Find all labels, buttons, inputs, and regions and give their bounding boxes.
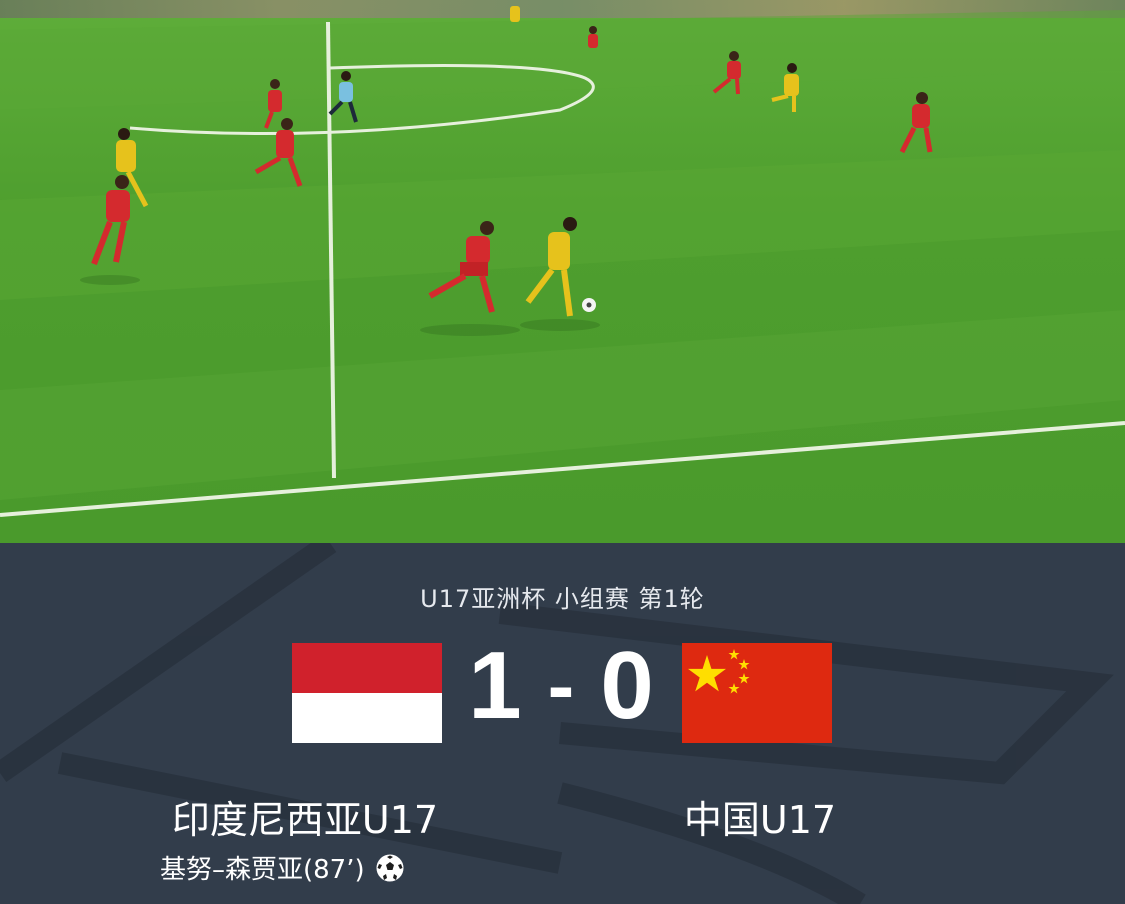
home-score: 1 — [468, 632, 524, 739]
player-yellow — [510, 6, 520, 22]
home-team-name: 印度尼西亚U17 — [171, 798, 439, 842]
scoreline: 1 - 0 — [462, 631, 662, 741]
player-red — [899, 92, 933, 154]
screen: U17亚洲杯 小组赛 第1轮 1 - 0 印度尼西亚U17 中国U17 基努–森… — [0, 0, 1125, 904]
player-red — [254, 118, 303, 187]
china-flag-icon — [682, 643, 832, 743]
player-red — [588, 26, 598, 48]
scoreboard-panel: U17亚洲杯 小组赛 第1轮 1 - 0 印度尼西亚U17 中国U17 基努–森… — [0, 543, 1125, 904]
match-title: U17亚洲杯 小组赛 第1轮 — [420, 585, 705, 613]
soccer-ball-icon — [376, 854, 404, 881]
away-team-name: 中国U17 — [683, 798, 837, 842]
match-photo — [0, 0, 1125, 543]
goal-scorer: 基努–森贾亚(87’) — [160, 849, 405, 886]
away-score: 0 — [600, 632, 656, 739]
score-separator: - — [547, 641, 577, 730]
pitch-scene — [0, 6, 1125, 517]
goal-scorer-text: 基努–森贾亚(87’) — [160, 855, 365, 885]
indonesia-flag-icon — [292, 643, 442, 743]
